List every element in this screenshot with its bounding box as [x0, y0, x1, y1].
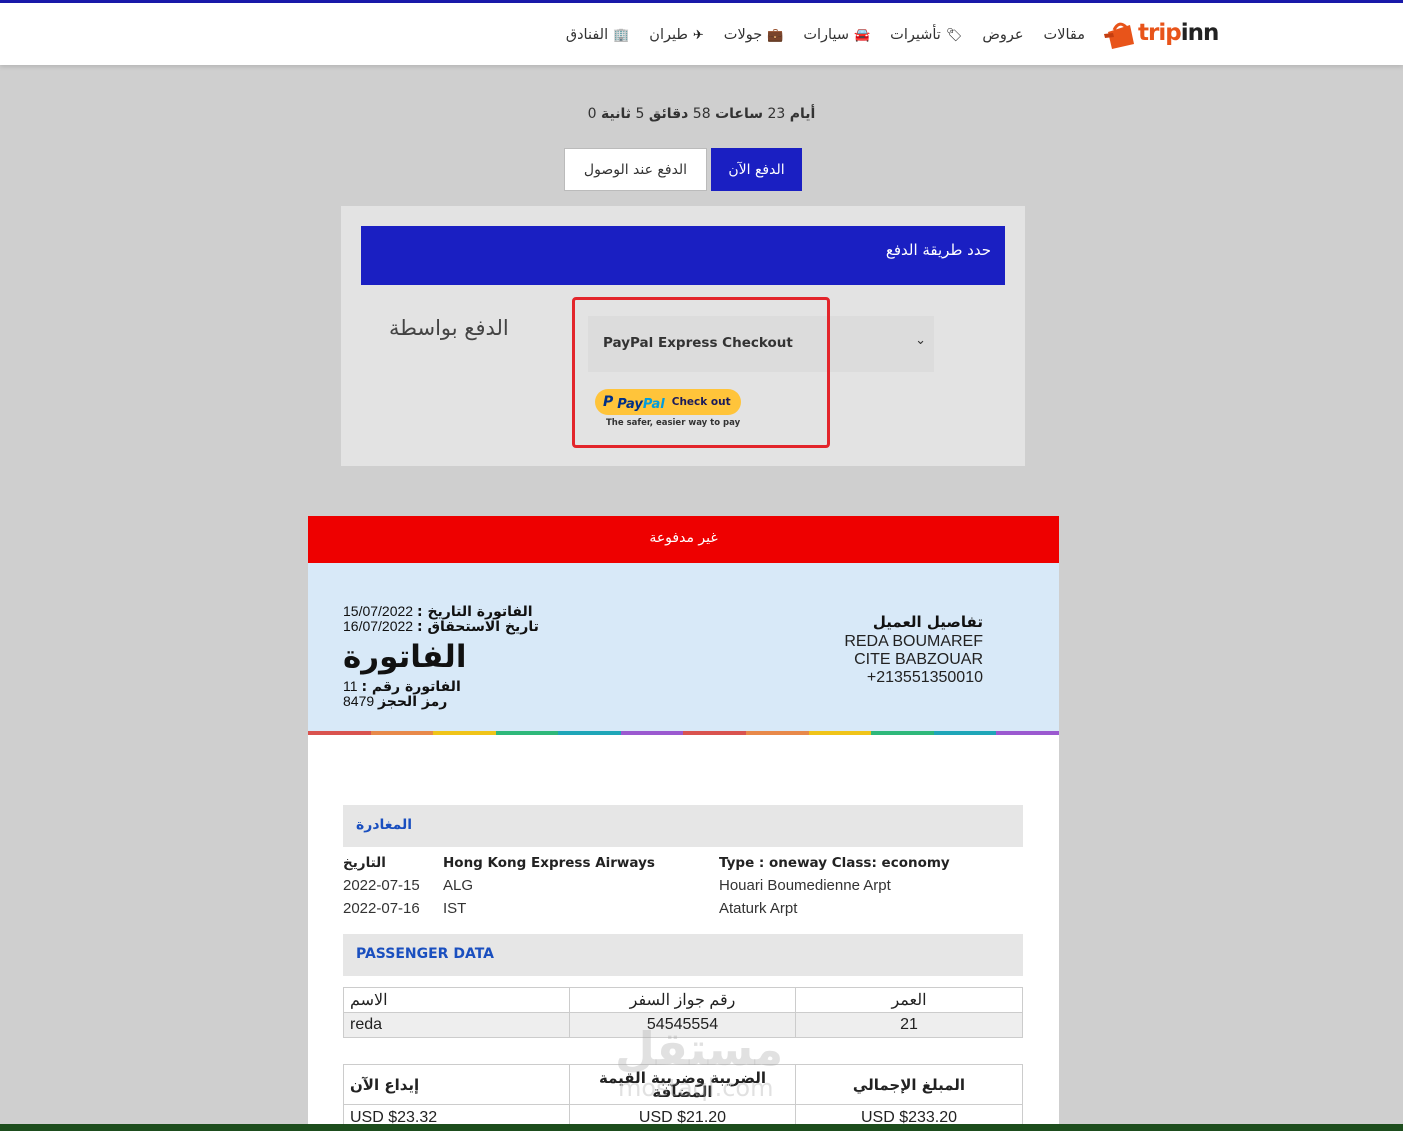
passenger-passport-header: رقم جواز السفر: [569, 987, 796, 1013]
customer-phone: +213551350010: [866, 669, 983, 686]
customer-details-title: تفاصيل العميل: [872, 613, 983, 631]
invoice-number: الفاتورة رقم : 11: [343, 678, 461, 695]
nav-offers[interactable]: عروض: [982, 22, 1023, 48]
passenger-name-header: الاسم: [343, 987, 570, 1013]
rainbow-divider: [308, 731, 1059, 735]
flight-airport-column: Type : oneway Class: economy Houari Boum…: [719, 855, 950, 917]
customer-name: REDA BOUMAREF: [844, 633, 983, 650]
invoice-due-date: تاريخ الاستحقاق : 16/07/2022: [343, 618, 539, 635]
invoice-date: الفاتورة التاريخ : 15/07/2022: [343, 603, 533, 620]
customer-details: تفاصيل العميل REDA BOUMAREF CITE BABZOUA…: [844, 613, 983, 687]
invoice-header: الفاتورة التاريخ : 15/07/2022 تاريخ الاس…: [308, 563, 1059, 731]
tab-pay-on-arrival[interactable]: الدفع عند الوصول: [564, 148, 707, 191]
payment-method-header: حدد طريقة الدفع: [361, 226, 1005, 285]
main-nav: مقالات عروض 🏷 تأشيرات 🚘 سيارات 💼 جولات ✈ طير…: [566, 22, 1085, 48]
car-icon: 🚘: [853, 27, 871, 43]
passenger-age: 21: [795, 1012, 1023, 1038]
invoice-meta: الفاتورة التاريخ : 15/07/2022 تاريخ الاس…: [343, 604, 539, 709]
payment-countdown: أيام 23 ساعات 58 دقائق 5 ثانية 0: [587, 106, 816, 122]
deposit-header: إيداع الآن: [343, 1064, 570, 1105]
pay-by-label: الدفع بواسطة: [389, 316, 509, 340]
total-header: المبلغ الإجمالي: [795, 1064, 1023, 1105]
booking-code: رمز الحجز 8479: [343, 693, 448, 710]
customer-address: CITE BABZOUAR: [854, 651, 983, 668]
nav-visas[interactable]: 🏷 تأشيرات: [890, 22, 962, 48]
nav-tours[interactable]: 💼 جولات: [724, 22, 784, 48]
invoice-title: الفاتورة: [343, 639, 467, 675]
tab-pay-now[interactable]: الدفع الآن: [711, 148, 802, 191]
watermark-domain: mostaql.com: [618, 1074, 774, 1102]
watermark: مستقل: [615, 1022, 784, 1076]
departure-section-header: المغادرة: [343, 805, 1023, 847]
passenger-age-header: العمر: [795, 987, 1023, 1013]
payment-tabs: الدفع عند الوصول الدفع الآن: [564, 148, 802, 191]
bottom-bar: [0, 1124, 1403, 1131]
building-icon: 🏢: [613, 27, 630, 43]
navbar: tripinn مقالات عروض 🏷 تأشيرات 🚘 سيارات 💼 جو…: [0, 3, 1403, 65]
nav-cars[interactable]: 🚘 سيارات: [803, 22, 870, 48]
chevron-down-icon: ⌄: [915, 333, 926, 348]
tag-icon: 🏷: [945, 27, 963, 43]
nav-articles[interactable]: مقالات: [1044, 22, 1085, 48]
flight-date-column: التاريخ 2022-07-15 2022-07-16: [343, 855, 420, 917]
highlight-annotation: [572, 297, 830, 448]
suitcase-icon: 💼: [767, 27, 784, 43]
unpaid-status-banner: غير مدفوعة: [308, 516, 1059, 563]
logo-wordmark: tripinn: [1138, 20, 1219, 46]
nav-flights[interactable]: ✈ طيران: [649, 22, 704, 48]
passenger-section-header: PASSENGER DATA: [343, 934, 1023, 976]
plane-icon: ✈: [692, 27, 704, 43]
flight-airline-column: Hong Kong Express Airways ALG IST: [443, 855, 655, 917]
nav-hotels[interactable]: 🏢 الفنادق: [566, 22, 629, 48]
passenger-name: reda: [343, 1012, 570, 1038]
payment-method-panel: حدد طريقة الدفع الدفع بواسطة PayPal Expr…: [341, 206, 1025, 466]
logo-bag-icon: [1104, 22, 1134, 49]
tripinn-logo[interactable]: tripinn: [1104, 18, 1219, 52]
